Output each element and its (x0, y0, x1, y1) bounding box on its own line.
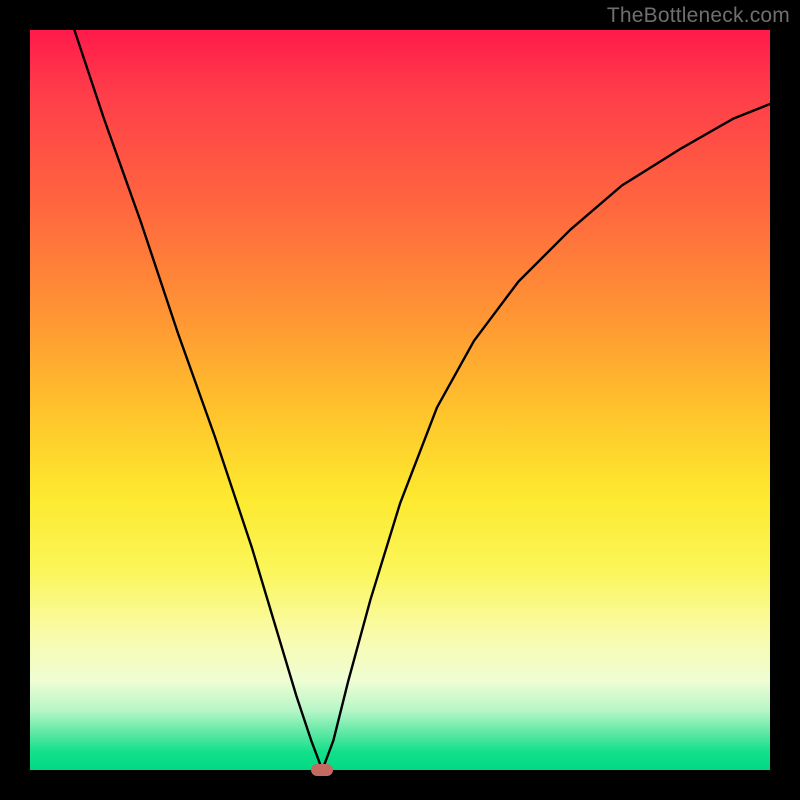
minimum-marker (311, 764, 333, 776)
bottleneck-curve (30, 30, 770, 770)
chart-frame: TheBottleneck.com (0, 0, 800, 800)
plot-area (30, 30, 770, 770)
watermark-text: TheBottleneck.com (607, 4, 790, 28)
